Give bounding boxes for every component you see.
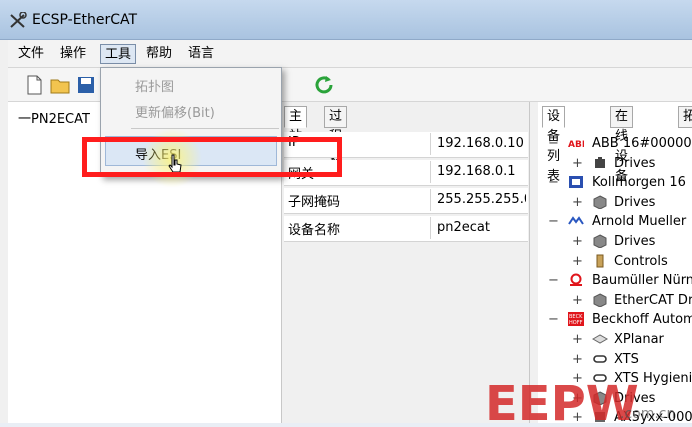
device-label: Controls [614,253,668,269]
expand-icon[interactable]: + [572,350,583,369]
tab-topology[interactable]: 拓 [678,106,692,128]
device-label: Drives [614,194,656,210]
device-tree-item[interactable]: + Drives [538,154,692,173]
device-tree-item[interactable]: + XTS [538,350,692,369]
collapse-icon[interactable]: − [548,212,559,231]
device-tree-item[interactable]: − Kollmorgen 16 [538,173,692,192]
gateway-field[interactable]: 192.168.0.1 [430,161,526,183]
annotation-highlight-box [82,137,342,177]
tab-online-devices[interactable]: 在线设备 [610,106,634,184]
device-tree-item[interactable]: + EtherCAT Dr [538,291,692,310]
device-tree-item[interactable]: + XPlanar [538,330,692,349]
collapse-icon[interactable]: − [548,173,559,192]
svg-text:ABB: ABB [568,140,584,150]
property-row: 子网掩码 255.255.255.0 [284,188,528,214]
arnold-logo-icon [568,216,584,225]
menu-file[interactable]: 文件 [14,44,48,64]
cube-icon [593,195,607,209]
device-tree-item[interactable]: + Controls [538,252,692,271]
menu-item-update-offset[interactable]: 更新偏移(Bit) [135,102,215,121]
refresh-icon[interactable] [312,73,336,97]
property-row: 设备名称 pn2ecat [284,216,528,242]
property-label: 子网掩码 [288,195,341,210]
baumuller-logo-icon [570,273,582,287]
menu-tools[interactable]: 工具 [100,44,137,64]
svg-text:EEPW: EEPW [485,378,639,423]
device-label: XTS [614,351,639,367]
kollmorgen-logo-icon [569,176,583,189]
drive-icon [595,156,605,168]
new-file-icon[interactable] [22,73,46,97]
property-label: 设备名称 [288,223,341,238]
svg-text:HOFF: HOFF [569,320,583,326]
collapse-icon[interactable]: − [548,310,559,329]
tab-process-data[interactable]: 过程数据 [324,106,348,184]
eepw-watermark-logo: EEPW .com.cn [485,378,675,423]
device-tree-item[interactable]: − BECK HOFF Beckhoff Autom [538,310,692,329]
app-window: ECSP-EtherCAT 文件 操作 工具 帮助 语言 一PN2ECAT 主 … [0,0,692,425]
subnet-mask-field[interactable]: 255.255.255.0 [430,189,526,211]
ip-field[interactable]: 192.168.0.10 [430,133,526,155]
save-icon[interactable] [74,73,98,97]
device-tree-item[interactable]: + Drives [538,193,692,212]
device-label: ABB 16#00000 [592,136,692,151]
watermark-site-text: .com.cn [620,406,675,422]
tab-master[interactable]: 主站 [284,106,308,144]
tree-root-item[interactable]: 一PN2ECAT [18,108,90,127]
collapse-icon[interactable]: − [548,271,559,290]
device-tree-item[interactable]: − Baumüller Nürn [538,271,692,290]
device-name-field[interactable]: pn2ecat [430,217,526,239]
device-label: Drives [614,234,656,249]
device-label: Arnold Mueller [592,214,687,230]
expand-icon[interactable]: + [572,193,583,212]
device-list-panel: 设备列表 在线设备 拓 −ABBABB 16#00000+Drives−Koll… [538,102,692,425]
open-folder-icon[interactable] [48,73,72,97]
beckhoff-logo-icon: BECKHOFF [568,312,584,327]
collapse-icon[interactable]: − [548,134,559,153]
cube-icon [593,293,607,307]
window-title: ECSP-EtherCAT [32,12,138,28]
device-label: EtherCAT Dr [614,292,692,308]
device-tree-item[interactable]: + Drives [538,232,692,251]
menu-bar: 文件 操作 工具 帮助 语言 [8,40,692,68]
menu-separator [131,128,279,129]
cube-icon [593,234,607,248]
expand-icon[interactable]: + [572,252,583,271]
menu-item-topology[interactable]: 拓扑图 [135,76,174,95]
device-label: Baumüller Nürn [592,273,692,289]
expand-icon[interactable]: + [572,291,583,310]
title-bar: ECSP-EtherCAT [0,0,692,40]
menu-operate[interactable]: 操作 [56,44,90,64]
tab-device-list[interactable]: 设备列表 [542,106,566,184]
menu-help[interactable]: 帮助 [142,44,176,64]
device-tree-item[interactable]: − Arnold Mueller [538,212,692,231]
expand-icon[interactable]: + [572,330,583,349]
device-tree-item[interactable]: −ABB ABB 16#00000 [538,134,692,153]
menu-language[interactable]: 语言 [184,44,218,64]
controls-icon [596,254,604,268]
tools-icon [10,12,27,28]
expand-icon[interactable]: + [572,232,583,251]
device-label: Kollmorgen 16 [592,175,686,191]
xts-icon [593,354,607,363]
abb-logo-icon: ABB [568,138,584,150]
expand-icon[interactable]: + [572,154,583,173]
planar-icon [592,334,608,344]
device-label: Drives [614,155,656,171]
device-label: XPlanar [614,332,664,347]
device-label: Beckhoff Autom [592,312,692,328]
